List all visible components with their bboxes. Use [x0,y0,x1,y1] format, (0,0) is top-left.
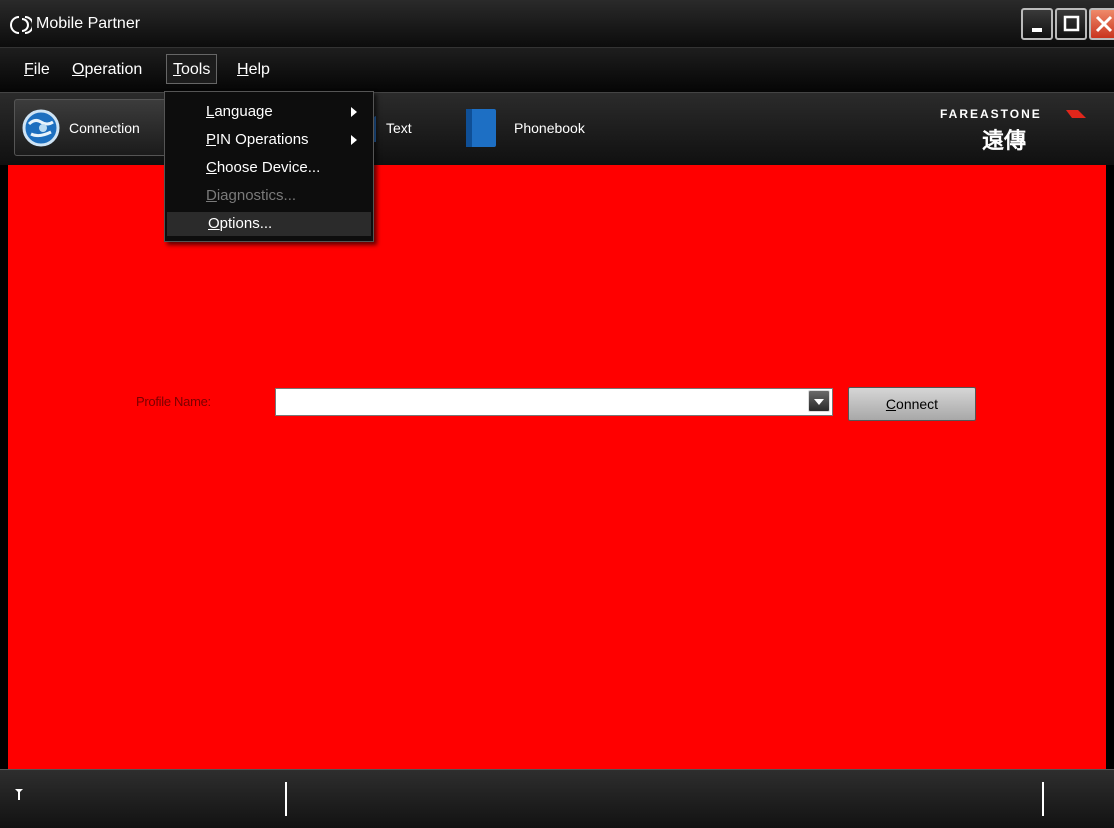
menu-tools[interactable]: Tools [166,54,218,84]
submenu-arrow-icon [351,107,357,117]
minimize-button[interactable] [1021,8,1053,40]
app-logo-icon [10,16,32,34]
profile-dropdown-button[interactable] [808,390,830,412]
phonebook-icon [466,108,496,147]
phonebook-button[interactable]: Phonebook [464,99,624,156]
menu-item-options[interactable]: Options... [167,212,371,236]
close-button[interactable] [1089,8,1114,40]
chevron-down-icon [814,399,824,405]
svg-text:FAREASTONE: FAREASTONE [940,107,1042,121]
maximize-icon [1063,15,1080,32]
menu-help[interactable]: Help [231,59,276,85]
main-panel [8,165,1106,769]
window-title: Mobile Partner [36,15,141,32]
text-label: Text [386,119,412,136]
submenu-arrow-icon [351,135,357,145]
title-bar: Mobile Partner [0,0,1114,48]
globe-icon [22,109,60,146]
profile-name-label: Profile Name: [136,394,211,409]
status-separator [1042,782,1044,816]
fareastone-logo: FAREASTONE 遠傳 [940,107,1086,154]
menu-bar: File Operation Tools Help [0,48,1114,92]
phonebook-label: Phonebook [514,119,585,136]
profile-name-dropdown[interactable] [275,388,833,416]
status-separator [285,782,287,816]
connection-label: Connection [69,119,140,136]
signal-antenna-icon [15,789,23,800]
maximize-button[interactable] [1055,8,1087,40]
minimize-icon [1032,28,1042,32]
close-icon [1095,15,1113,33]
menu-item-choose-device[interactable]: Choose Device... [165,156,371,180]
connection-button[interactable]: Connection [14,99,174,156]
status-bar [0,769,1114,828]
menu-item-diagnostics: Diagnostics... [206,187,297,204]
menu-item-pin-operations[interactable]: PIN Operations [165,128,371,152]
menu-file[interactable]: File [18,59,56,85]
connect-button[interactable]: Connect [848,387,976,421]
menu-operation[interactable]: Operation [66,59,148,85]
svg-text:遠傳: 遠傳 [982,128,1026,154]
tools-dropdown-menu: Language PIN Operations Choose Device...… [164,91,374,242]
menu-item-language[interactable]: Language [165,100,371,124]
